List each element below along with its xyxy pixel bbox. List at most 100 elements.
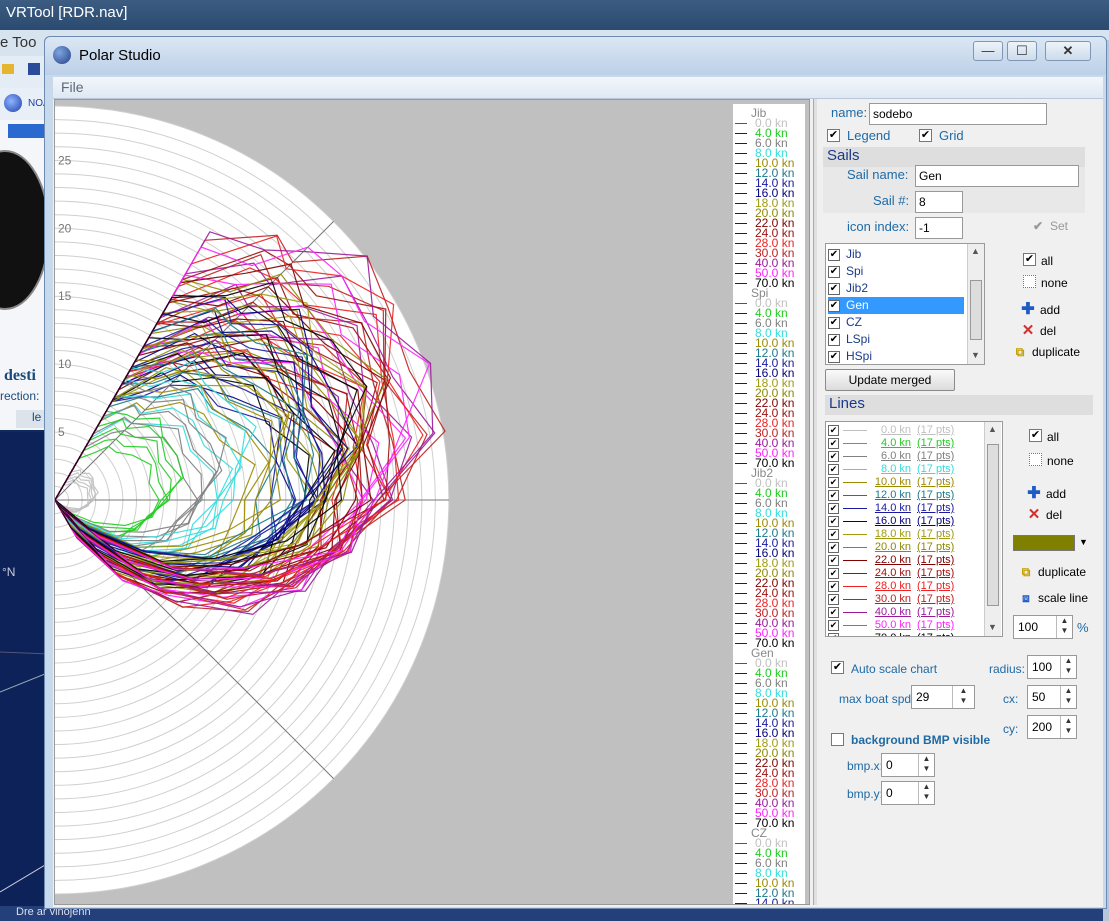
lines-duplicate-button[interactable]: ⧉ duplicate [1019,565,1086,580]
menu-file[interactable]: File [61,79,84,95]
line-list-item[interactable]: ✔ 18.0 kn (17 pts) [828,528,978,541]
sail-item-checkbox[interactable]: ✔ [828,282,840,295]
line-list-item[interactable]: ✔ 16.0 kn (17 pts) [828,515,978,528]
grid-checkbox[interactable]: ✔ [919,129,932,142]
sails-none-checkbox[interactable] [1023,275,1036,288]
sails-duplicate-button[interactable]: ⧉ duplicate [1013,345,1080,360]
lines-list-scrollbar[interactable]: ▲ ▼ [984,422,1001,636]
background-bmp-checkbox[interactable] [831,733,844,746]
line-item-checkbox[interactable]: ✔ [828,515,839,527]
line-list-item[interactable]: ✔ 10.0 kn (17 pts) [828,476,978,489]
spinner-arrows-icon[interactable]: ▲ ▼ [1056,616,1072,638]
polar-chart-area[interactable]: 5 10 15 20 25 Jib 0.0 kn 4.0 kn 6.0 kn 8.0 kn 10.… [54,99,810,905]
sail-item-checkbox[interactable]: ✔ [828,350,840,363]
line-item-checkbox[interactable]: ✔ [828,580,839,592]
sails-add-button[interactable]: ✚ add [1021,299,1060,319]
sail-list-item[interactable]: ✔ Gen [828,297,964,314]
line-item-checkbox[interactable]: ✔ [828,489,839,501]
sail-list-item[interactable]: ✔ Jib [828,246,964,263]
max-boat-speed-spinner[interactable]: 29 ▲ ▼ [911,685,975,709]
line-list-item[interactable]: ✔ 14.0 kn (17 pts) [828,502,978,515]
line-list-item[interactable]: ✔ 20.0 kn (17 pts) [828,541,978,554]
line-list-item[interactable]: ✔ 40.0 kn (17 pts) [828,606,978,619]
sail-number-input[interactable] [915,191,963,213]
update-merged-button[interactable]: Update merged [825,369,955,391]
line-list-item[interactable]: ✔ 4.0 kn (17 pts) [828,437,978,450]
lines-add-button[interactable]: ✚ add [1027,483,1066,503]
sails-list-scrollbar[interactable]: ▲ ▼ [967,244,984,364]
scroll-down-icon[interactable]: ▼ [971,350,980,360]
sail-list-item[interactable]: ✔ CZ [828,314,964,331]
icon-index-input[interactable] [915,217,963,239]
line-color-picker[interactable] [1013,535,1075,551]
window-title-bar[interactable]: Polar Studio — ☐ ✕ [45,37,1106,75]
max-boat-speed-arrows-icon[interactable]: ▲ ▼ [952,686,974,708]
line-item-checkbox[interactable]: ✔ [828,502,839,514]
scale-line-button[interactable]: ⧈ scale line [1019,591,1088,606]
line-list-item[interactable]: ✔ 24.0 kn (17 pts) [828,567,978,580]
noaa-globe-icon[interactable] [4,94,22,112]
save-icon[interactable] [28,63,40,75]
sail-item-checkbox[interactable]: ✔ [828,333,840,346]
line-list-item[interactable]: ✔ 8.0 kn (17 pts) [828,463,978,476]
lines-none-checkbox[interactable] [1029,453,1042,466]
maximize-button[interactable]: ☐ [1007,41,1037,61]
line-item-checkbox[interactable]: ✔ [828,606,839,618]
minimize-button[interactable]: — [973,41,1003,61]
sail-item-checkbox[interactable]: ✔ [828,248,840,261]
radius-spinner[interactable]: 100 ▲ ▼ [1027,655,1077,679]
line-item-checkbox[interactable]: ✔ [828,437,839,449]
scroll-up-icon[interactable]: ▲ [971,246,980,256]
line-item-checkbox[interactable]: ✔ [828,463,839,475]
line-list-item[interactable]: ✔ 22.0 kn (17 pts) [828,554,978,567]
cy-arrows-icon[interactable]: ▲ ▼ [1060,716,1076,738]
line-item-checkbox[interactable]: ✔ [828,632,839,636]
sails-listbox[interactable]: ✔ Jib ✔ Spi ✔ Jib2 ✔ Gen ✔ CZ ✔ LSpi ✔ HSpi ▲ ▼ [825,243,985,365]
line-list-item[interactable]: ✔ 6.0 kn (17 pts) [828,450,978,463]
lines-scroll-down-icon[interactable]: ▼ [988,622,997,632]
lines-del-button[interactable]: ✕ del [1027,505,1062,523]
line-list-item[interactable]: ✔ 28.0 kn (17 pts) [828,580,978,593]
line-item-checkbox[interactable]: ✔ [828,567,839,579]
line-list-item[interactable]: ✔ 12.0 kn (17 pts) [828,489,978,502]
line-item-checkbox[interactable]: ✔ [828,476,839,488]
background-menu-fragment[interactable]: e Too [0,34,36,51]
radius-arrows-icon[interactable]: ▲ ▼ [1060,656,1076,678]
lines-listbox[interactable]: ✔ 0.0 kn (17 pts) ✔ 4.0 kn (17 pts) ✔ 6.0 kn (17… [825,421,1003,637]
scale-percent-spinner[interactable]: 100 ▲ ▼ [1013,615,1073,639]
scroll-thumb[interactable] [970,280,982,340]
lines-scroll-up-icon[interactable]: ▲ [988,424,997,434]
polar-name-input[interactable] [869,103,1047,125]
line-item-checkbox[interactable]: ✔ [828,554,839,566]
auto-scale-checkbox[interactable]: ✔ [831,661,844,674]
sails-all-checkbox[interactable]: ✔ [1023,253,1036,266]
sail-item-checkbox[interactable]: ✔ [828,265,840,278]
cx-arrows-icon[interactable]: ▲ ▼ [1060,686,1076,708]
bmp-y-arrows-icon[interactable]: ▲ ▼ [918,782,934,804]
sail-name-input[interactable] [915,165,1079,187]
sail-item-checkbox[interactable]: ✔ [828,299,840,312]
set-button[interactable]: ✔ Set [1031,219,1068,233]
close-button[interactable]: ✕ [1045,41,1091,61]
line-list-item[interactable]: ✔ 70.0 kn (17 pts) [828,632,978,636]
line-list-item[interactable]: ✔ 30.0 kn (17 pts) [828,593,978,606]
line-list-item[interactable]: ✔ 50.0 kn (17 pts) [828,619,978,632]
line-item-checkbox[interactable]: ✔ [828,619,839,631]
sail-list-item[interactable]: ✔ Spi [828,263,964,280]
lines-scroll-thumb[interactable] [987,444,999,606]
legend-checkbox[interactable]: ✔ [827,129,840,142]
bmp-x-arrows-icon[interactable]: ▲ ▼ [918,754,934,776]
line-item-checkbox[interactable]: ✔ [828,450,839,462]
sail-list-item[interactable]: ✔ Jib2 [828,280,964,297]
line-item-checkbox[interactable]: ✔ [828,424,839,436]
cy-spinner[interactable]: 200 ▲ ▼ [1027,715,1077,739]
sail-list-item[interactable]: ✔ LSpi [828,331,964,348]
lines-all-checkbox[interactable]: ✔ [1029,429,1042,442]
folder-icon[interactable] [2,64,14,74]
bmp-x-spinner[interactable]: 0 ▲ ▼ [881,753,935,777]
sail-item-checkbox[interactable]: ✔ [828,316,840,329]
cx-spinner[interactable]: 50 ▲ ▼ [1027,685,1077,709]
sail-list-item[interactable]: ✔ HSpi [828,348,964,364]
color-dropdown-icon[interactable]: ▼ [1079,537,1088,547]
sails-del-button[interactable]: ✕ del [1021,321,1056,339]
